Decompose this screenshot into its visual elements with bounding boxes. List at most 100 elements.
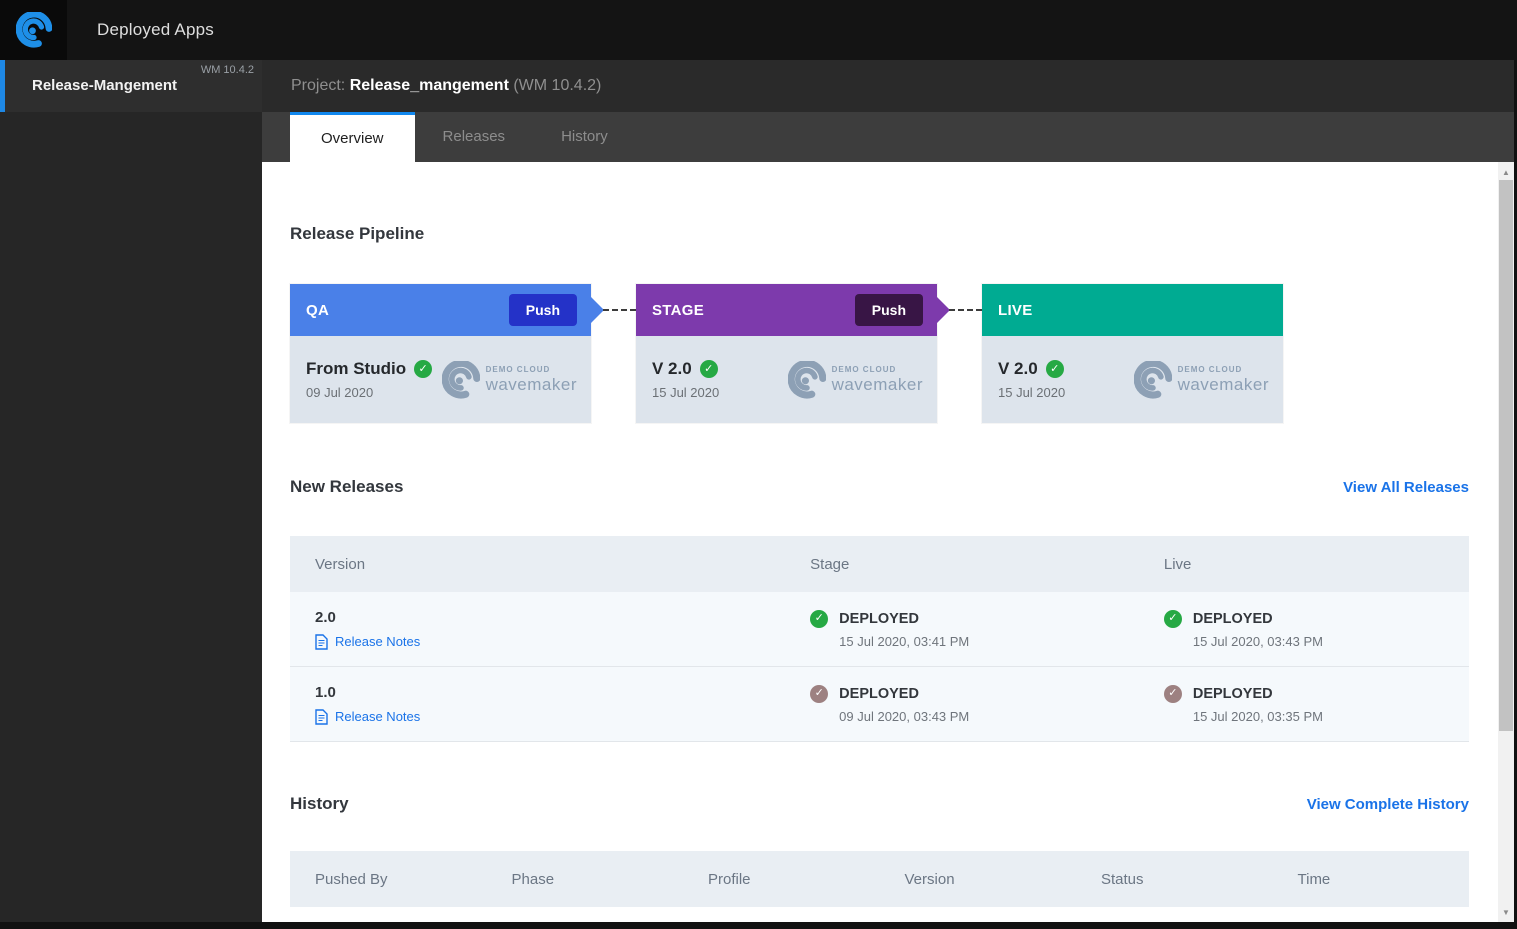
wavemaker-label: wavemaker bbox=[485, 374, 577, 394]
wavemaker-logo bbox=[0, 0, 67, 60]
stage-version: V 2.0 bbox=[652, 359, 692, 378]
stage-status: DEPLOYED bbox=[839, 610, 919, 627]
top-bar: Deployed Apps bbox=[0, 0, 1517, 60]
wave-icon bbox=[441, 360, 480, 398]
page-title: Deployed Apps bbox=[97, 20, 214, 39]
main-area: Project: Release_mangement (WM 10.4.2) O… bbox=[262, 60, 1517, 929]
scroll-down-icon[interactable] bbox=[1498, 904, 1514, 920]
content-area: Release Pipeline QA Push From Studio ✓ 0… bbox=[262, 162, 1498, 929]
col-status: Status bbox=[1101, 870, 1144, 888]
version-number: 1.0 bbox=[315, 683, 336, 701]
qa-deploy-date: 09 Jul 2020 bbox=[306, 385, 374, 400]
stage-demo-cloud-logo: DEMO CLOUD wavemaker bbox=[787, 360, 923, 399]
scroll-up-icon[interactable] bbox=[1498, 164, 1514, 180]
vertical-scrollbar[interactable] bbox=[1498, 162, 1514, 922]
wave-icon bbox=[1133, 360, 1172, 398]
tab-bar: Overview Releases History bbox=[262, 112, 1517, 162]
new-releases-title: New Releases bbox=[290, 477, 404, 496]
stage-deployed-check-icon bbox=[810, 609, 829, 628]
stage-live-connector bbox=[937, 284, 982, 336]
history-section-head: History View Complete History bbox=[290, 794, 1469, 814]
live-deployed-check-icon bbox=[1163, 684, 1182, 703]
app-window: Deployed Apps WM 10.4.2 Release-Mangemen… bbox=[0, 0, 1517, 929]
history-table-header: Pushed By Phase Profile Version Status T… bbox=[290, 851, 1469, 907]
scrollbar-thumb[interactable] bbox=[1499, 180, 1513, 731]
col-stage: Stage bbox=[810, 555, 850, 573]
wave-icon bbox=[787, 360, 826, 398]
qa-version: From Studio bbox=[306, 359, 407, 378]
live-demo-cloud-logo: DEMO CLOUD wavemaker bbox=[1133, 360, 1269, 399]
qa-push-button[interactable]: Push bbox=[508, 294, 577, 326]
document-icon bbox=[315, 633, 328, 650]
sidebar-item-release-management[interactable]: WM 10.4.2 Release-Mangement bbox=[0, 60, 262, 112]
release-notes-label: Release Notes bbox=[335, 709, 421, 724]
live-card-body: V 2.0 15 Jul 2020 bbox=[982, 336, 1283, 423]
version-number: 2.0 bbox=[315, 608, 336, 626]
col-version: Version bbox=[315, 555, 366, 573]
tab-overview[interactable]: Overview bbox=[290, 112, 415, 162]
stage-status-time: 09 Jul 2020, 03:43 PM bbox=[839, 708, 970, 724]
new-releases-table: Version Stage Live 2.0 Release Notes ✓ D… bbox=[290, 536, 1469, 742]
live-status: DEPLOYED bbox=[1192, 610, 1273, 627]
tab-history[interactable]: History bbox=[533, 112, 636, 162]
document-icon bbox=[315, 708, 328, 725]
qa-stage-header: QA Push bbox=[290, 284, 604, 336]
release-notes-link[interactable]: Release Notes bbox=[315, 633, 785, 650]
col-time: Time bbox=[1297, 870, 1331, 888]
qa-stage-name: QA bbox=[306, 301, 330, 319]
qa-stage-connector bbox=[591, 284, 636, 336]
live-status-cell: DEPLOYED 15 Jul 2020, 03:35 PM bbox=[1139, 684, 1469, 724]
view-all-releases-link[interactable]: View All Releases bbox=[1343, 479, 1469, 496]
sidebar: WM 10.4.2 Release-Mangement bbox=[0, 60, 262, 929]
project-version: (WM 10.4.2) bbox=[513, 77, 602, 94]
stage-status-cell: DEPLOYED 15 Jul 2020, 03:41 PM bbox=[785, 609, 1139, 649]
release-pipeline-title: Release Pipeline bbox=[290, 224, 425, 243]
col-live: Live bbox=[1163, 555, 1192, 573]
project-header: Project: Release_mangement (WM 10.4.2) bbox=[262, 60, 1517, 112]
release-row-2-0: 2.0 Release Notes DEPLOYED bbox=[290, 592, 1469, 667]
live-status: DEPLOYED bbox=[1192, 685, 1273, 702]
col-version: Version bbox=[904, 870, 955, 888]
tab-releases[interactable]: Releases bbox=[415, 112, 534, 162]
project-label: Project: bbox=[291, 77, 346, 94]
sidebar-project-version: WM 10.4.2 bbox=[200, 64, 254, 76]
col-profile: Profile bbox=[708, 870, 751, 888]
qa-deployed-check-icon bbox=[414, 360, 433, 378]
stage-deployed-check-icon bbox=[810, 684, 829, 703]
demo-cloud-label: DEMO CLOUD bbox=[831, 364, 897, 374]
demo-cloud-label: DEMO CLOUD bbox=[1177, 364, 1243, 374]
live-status-time: 15 Jul 2020, 03:43 PM bbox=[1192, 633, 1323, 649]
live-stage-header: LIVE bbox=[982, 284, 1283, 336]
wavemaker-label: wavemaker bbox=[1177, 374, 1269, 394]
view-complete-history-link[interactable]: View Complete History bbox=[1307, 796, 1469, 813]
release-notes-link[interactable]: Release Notes bbox=[315, 708, 785, 725]
new-releases-section-head: New Releases View All Releases bbox=[290, 477, 1469, 497]
live-version: V 2.0 bbox=[998, 359, 1038, 378]
demo-cloud-label: DEMO CLOUD bbox=[485, 364, 551, 374]
qa-demo-cloud-logo: DEMO CLOUD wavemaker bbox=[441, 360, 577, 399]
release-row-1-0: 1.0 Release Notes DEPLOYED bbox=[290, 667, 1469, 742]
pipeline-card-qa: QA Push From Studio 09 Jul 2020 bbox=[290, 284, 604, 423]
live-status-cell: DEPLOYED 15 Jul 2020, 03:43 PM bbox=[1139, 609, 1469, 649]
release-notes-label: Release Notes bbox=[335, 634, 421, 649]
window-bottom-edge bbox=[0, 922, 1517, 929]
stage-stage-name: STAGE bbox=[652, 301, 705, 319]
qa-card-body: From Studio 09 Jul 2020 bbox=[290, 336, 591, 423]
stage-deploy-date: 15 Jul 2020 bbox=[652, 385, 720, 400]
stage-stage-header: STAGE Push bbox=[636, 284, 950, 336]
live-deploy-date: 15 Jul 2020 bbox=[998, 385, 1066, 400]
new-releases-table-header: Version Stage Live bbox=[290, 536, 1469, 592]
release-pipeline: QA Push From Studio 09 Jul 2020 bbox=[290, 284, 1469, 423]
sidebar-project-name: Release-Mangement bbox=[32, 77, 178, 94]
stage-status-time: 15 Jul 2020, 03:41 PM bbox=[839, 633, 970, 649]
stage-status: DEPLOYED bbox=[839, 685, 919, 702]
col-pushed-by: Pushed By bbox=[315, 870, 388, 888]
wave-icon bbox=[15, 12, 52, 48]
project-name: Release_mangement bbox=[349, 77, 509, 94]
version-cell: 1.0 Release Notes bbox=[290, 684, 785, 725]
history-title: History bbox=[290, 794, 349, 813]
live-stage-name: LIVE bbox=[998, 301, 1033, 319]
version-cell: 2.0 Release Notes bbox=[290, 609, 785, 650]
stage-push-button[interactable]: Push bbox=[854, 294, 923, 326]
history-table: Pushed By Phase Profile Version Status T… bbox=[290, 851, 1469, 907]
